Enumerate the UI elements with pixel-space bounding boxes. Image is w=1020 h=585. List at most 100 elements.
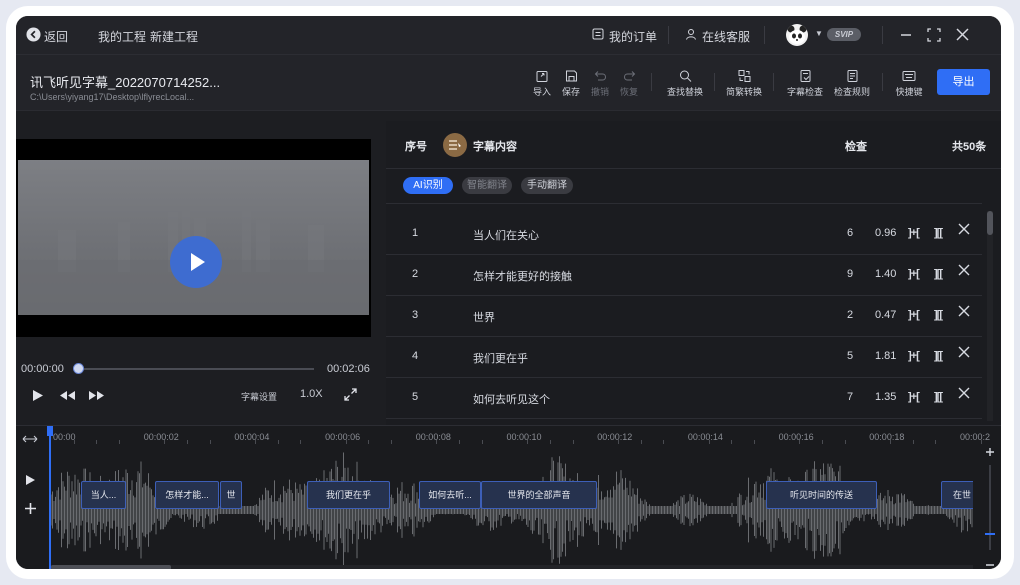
check-rules-button[interactable]: 检查规则 — [830, 69, 874, 98]
chevron-down-icon[interactable]: ▼ — [815, 29, 823, 38]
my-orders-button[interactable]: 我的订单 — [592, 26, 658, 44]
row-char-count: 2 — [847, 309, 854, 321]
trad-convert-button[interactable]: 简繁转换 — [722, 69, 766, 98]
subtitle-settings-button[interactable]: 字幕设置 — [241, 390, 277, 403]
delete-icon[interactable] — [958, 346, 970, 361]
back-arrow-icon — [26, 27, 41, 42]
subtitle-clip[interactable]: 我们更在乎 — [307, 481, 390, 509]
delete-icon[interactable] — [958, 223, 970, 238]
divider — [651, 73, 652, 91]
export-button[interactable]: 导出 — [937, 69, 990, 95]
back-button[interactable]: 返回 — [26, 26, 72, 44]
subtitle-clip[interactable]: 世界的全部声音 — [481, 481, 597, 509]
subtitle-clip[interactable]: 如何去听... — [419, 481, 481, 509]
row-char-count: 5 — [847, 350, 854, 362]
subtitle-clip[interactable]: 在世 — [941, 481, 973, 509]
tab-ai-recognition[interactable]: AI识别 — [403, 177, 453, 194]
subtitle-row[interactable]: 5 如何去听见这个 7 1.35]+[][[ — [386, 378, 982, 419]
speed-button[interactable]: 1.0X — [300, 388, 323, 400]
check-doc-icon — [800, 70, 810, 82]
redo-icon — [623, 71, 635, 81]
rewind-icon[interactable] — [59, 390, 76, 401]
convert-icon — [738, 70, 750, 82]
playhead-handle[interactable] — [47, 426, 53, 436]
project-path: C:\Users\yiyang17\Desktop\lflyrecLocal..… — [30, 92, 195, 102]
row-index: 3 — [412, 309, 419, 321]
current-time: 00:00:00 — [21, 363, 64, 375]
subtitle-row[interactable]: 1 当人们在关心 6 0.96]+[][[ — [386, 214, 982, 255]
split-icon[interactable]: ]+[ — [908, 350, 920, 362]
split-icon[interactable]: ]+[ — [908, 309, 920, 321]
zoom-slider-handle[interactable] — [985, 533, 995, 535]
tab-manual-translate[interactable]: 手动翻译 — [521, 177, 573, 194]
my-orders-label: 我的订单 — [609, 30, 658, 44]
fullscreen-icon[interactable] — [344, 388, 357, 401]
total-count: 共50条 — [952, 141, 987, 153]
row-index: 5 — [412, 391, 419, 403]
subtitle-clip[interactable]: 当人... — [81, 481, 126, 509]
zoom-slider-track[interactable] — [989, 465, 991, 550]
shortcuts-button[interactable]: 快捷键 — [892, 69, 926, 98]
subtitle-clip[interactable]: 世 — [220, 481, 242, 509]
split-icon[interactable]: ]+[ — [908, 227, 920, 239]
fit-width-icon[interactable] — [22, 434, 38, 444]
row-index: 1 — [412, 227, 419, 239]
row-char-count: 9 — [847, 268, 854, 280]
subtitle-row[interactable]: 2 怎样才能更好的接触 9 1.40]+[][[ — [386, 255, 982, 296]
scrollbar-thumb[interactable] — [987, 211, 993, 235]
split-icon[interactable]: ]+[ — [908, 268, 920, 280]
redo-button[interactable]: 恢复 — [612, 69, 646, 98]
find-replace-button[interactable]: 查找替换 — [663, 69, 707, 98]
maximize-icon[interactable] — [927, 28, 941, 42]
merge-icon[interactable]: ][[ — [934, 268, 943, 280]
row-index: 2 — [412, 268, 419, 280]
play-icon — [191, 253, 205, 271]
playhead[interactable] — [49, 426, 51, 569]
split-icon[interactable]: ]+[ — [908, 391, 920, 403]
translate-toggle-icon[interactable] — [443, 133, 467, 157]
row-text[interactable]: 我们更在乎 — [473, 350, 528, 366]
progress-handle[interactable] — [73, 363, 84, 374]
tab-smart-translate[interactable]: 智能翻译 — [462, 177, 512, 194]
delete-icon[interactable] — [958, 264, 970, 279]
row-text[interactable]: 当人们在关心 — [473, 227, 539, 243]
zoom-in-icon[interactable] — [985, 447, 995, 457]
play-overlay-button[interactable] — [170, 236, 222, 288]
video-frame-image — [18, 160, 369, 315]
h-scrollbar[interactable] — [51, 565, 973, 569]
play-icon[interactable] — [32, 389, 44, 402]
progress-track[interactable] — [78, 368, 314, 370]
delete-icon[interactable] — [958, 305, 970, 320]
row-text[interactable]: 如何去听见这个 — [473, 391, 550, 407]
online-service-button[interactable]: 在线客服 — [685, 26, 750, 44]
order-icon — [592, 28, 604, 40]
subtitle-clip[interactable]: 怎样才能... — [155, 481, 219, 509]
new-project-link[interactable]: 新建工程 — [150, 28, 198, 45]
my-projects-link[interactable]: 我的工程 — [98, 28, 146, 45]
subtitle-clip[interactable]: 听见时间的传送 — [766, 481, 877, 509]
subtitle-check-button[interactable]: 字幕检查 — [783, 69, 827, 98]
delete-icon[interactable] — [958, 387, 970, 402]
redo-label: 恢复 — [619, 87, 638, 97]
zoom-out-icon[interactable] — [985, 562, 995, 568]
merge-icon[interactable]: ][[ — [934, 309, 943, 321]
fast-forward-icon[interactable] — [88, 390, 105, 401]
video-player[interactable] — [16, 139, 371, 337]
user-avatar[interactable] — [786, 24, 808, 46]
add-icon[interactable] — [24, 502, 37, 515]
h-scrollbar-thumb[interactable] — [51, 565, 171, 569]
subtitle-row[interactable]: 4 我们更在乎 5 1.81]+[][[ — [386, 337, 982, 378]
merge-icon[interactable]: ][[ — [934, 391, 943, 403]
timeline-play-icon[interactable] — [25, 474, 36, 486]
col-index-header: 序号 — [405, 141, 427, 153]
row-text[interactable]: 怎样才能更好的接触 — [473, 268, 572, 284]
list-scrollbar[interactable] — [987, 211, 993, 421]
row-text[interactable]: 世界 — [473, 309, 495, 325]
merge-icon[interactable]: ][[ — [934, 227, 943, 239]
subtitle-row[interactable]: 3 世界 2 0.47]+[][[ — [386, 296, 982, 337]
subtitle-check-label: 字幕检查 — [786, 87, 823, 97]
minimize-icon[interactable] — [899, 28, 913, 42]
divider — [668, 26, 669, 44]
close-window-icon[interactable] — [955, 27, 970, 42]
merge-icon[interactable]: ][[ — [934, 350, 943, 362]
